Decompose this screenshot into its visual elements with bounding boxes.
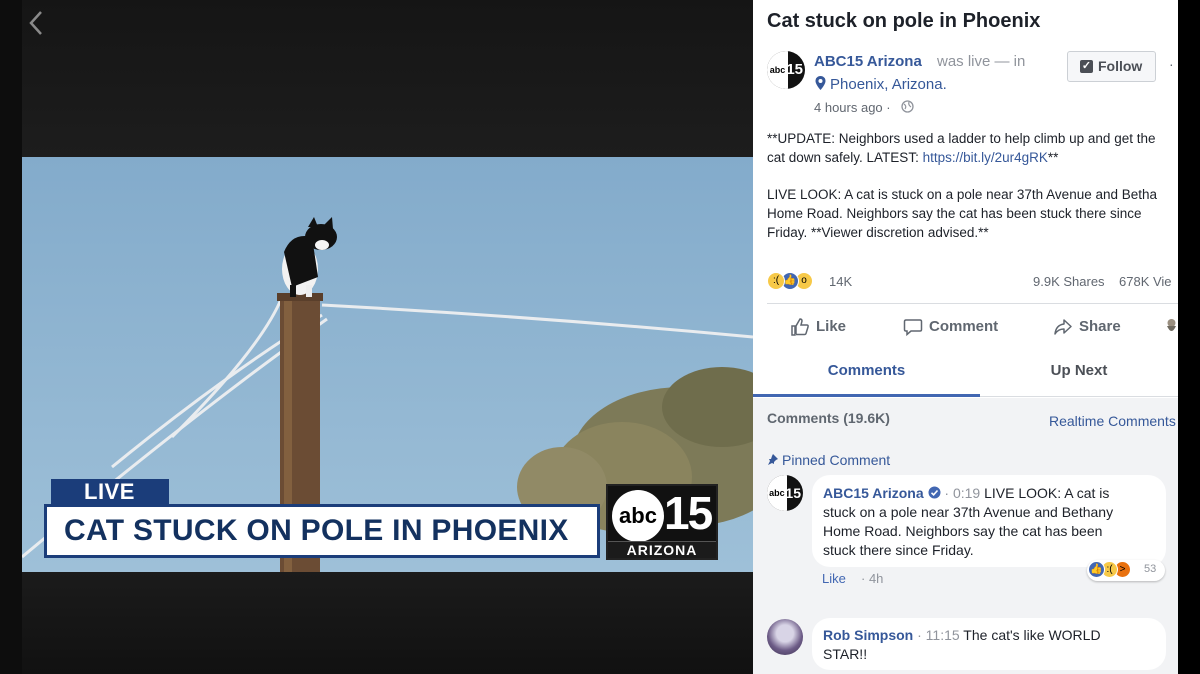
avatar-abc: abc (767, 475, 787, 511)
comment-bubble: Rob Simpson · 11:15 The cat's like WORLD… (812, 618, 1166, 670)
like-label: Like (816, 318, 847, 335)
abc-logo-circle: abc (612, 490, 664, 542)
comment-line-2: stuck on a pole near 37th Avenue and Bet… (823, 504, 1114, 520)
chevron-left-icon[interactable] (26, 8, 48, 38)
comment-reactions[interactable]: 👍 :( > 53 (1087, 560, 1165, 581)
post-live-line-1: LIVE LOOK: A cat is stuck on a pole near… (767, 187, 1158, 202)
sad-reaction-icon: :( (767, 272, 785, 290)
video-letterbox-top (22, 0, 753, 157)
profile-avatar-icon[interactable] (1165, 318, 1178, 335)
screen: LIVE CAT STUCK ON POLE IN PHOENIX abc 15… (0, 0, 1200, 674)
video-frame[interactable]: LIVE CAT STUCK ON POLE IN PHOENIX abc 15… (22, 157, 753, 572)
comment-like-link[interactable]: Like (822, 571, 846, 586)
comment-button[interactable]: Comment (903, 316, 998, 338)
page-avatar[interactable]: abc 15 (767, 51, 805, 89)
window-edge (1178, 0, 1200, 674)
abc15-logo: abc 15 ARIZONA (606, 484, 718, 560)
view-count: 678K Vie (1119, 274, 1172, 289)
comment-text: LIVE LOOK: A cat is (980, 485, 1110, 501)
comments-header: Comments (19.6K) Realtime Comments (753, 398, 1178, 444)
comments-list: Pinned Comment abc 15 ABC15 Arizona · 0:… (753, 444, 1178, 674)
share-count[interactable]: 9.9K Shares (1033, 274, 1105, 289)
update-text: cat down safely. LATEST: (767, 150, 923, 165)
follow-button[interactable]: ✓ Follow (1067, 51, 1156, 82)
comments-count: Comments (19.6K) (767, 410, 890, 426)
thumbs-up-icon (791, 318, 809, 336)
comment-line-1: ABC15 Arizona · 0:19 LIVE LOOK: A cat is (823, 485, 1109, 501)
reaction-count[interactable]: 14K (829, 274, 852, 289)
comment-line-2: STAR!! (823, 646, 868, 662)
share-button[interactable]: Share (1053, 316, 1121, 338)
post-live-line-2: Home Road. Neighbors say the cat has bee… (767, 206, 1142, 221)
comment-author[interactable]: ABC15 Arizona (823, 485, 924, 501)
logo-number: 15 (664, 487, 713, 539)
comment-timestamp[interactable]: · 11:15 (917, 627, 960, 643)
post-title: Cat stuck on pole in Phoenix (767, 10, 1041, 32)
share-arrow-icon (1054, 319, 1072, 335)
post-panel: Cat stuck on pole in Phoenix abc 15 ABC1… (753, 0, 1178, 674)
comment-label: Comment (929, 318, 999, 335)
tab-up-next[interactable]: Up Next (980, 350, 1178, 397)
comment-age: · 4h (861, 571, 884, 586)
follow-label: Follow (1098, 58, 1143, 74)
comment-text: The cat's like WORLD (959, 627, 1101, 643)
avatar-abc: abc (767, 51, 788, 89)
comment-bubble: ABC15 Arizona · 0:19 LIVE LOOK: A cat is… (812, 475, 1166, 567)
comment-timestamp[interactable]: · 0:19 (944, 485, 980, 501)
share-label: Share (1079, 318, 1121, 335)
reaction-icons[interactable]: :( 👍 o (767, 272, 823, 292)
post-timestamp[interactable]: 4 hours ago · (814, 100, 891, 115)
news-headline-banner: CAT STUCK ON POLE IN PHOENIX (44, 504, 600, 558)
post-update-line-1: **UPDATE: Neighbors used a ladder to hel… (767, 131, 1156, 146)
comment-author-avatar[interactable]: abc 15 (767, 475, 803, 511)
like-reaction-icon: 👍 (1088, 561, 1105, 578)
live-indicator: LIVE (51, 479, 169, 504)
comment-line-4: stuck there since Friday. (823, 542, 974, 558)
like-button[interactable]: Like (790, 316, 846, 338)
location-link[interactable]: Phoenix, Arizona. (815, 76, 947, 93)
was-live-text: was live — in (937, 53, 1026, 70)
tab-comments[interactable]: Comments (753, 350, 980, 397)
update-suffix: ** (1047, 150, 1059, 165)
comment-bubble-icon (903, 319, 923, 337)
location-label: Phoenix, Arizona. (830, 76, 947, 93)
pinned-comment-label: Pinned Comment (767, 452, 890, 468)
avatar-15: 15 (785, 485, 801, 501)
commenter-avatar[interactable] (767, 619, 803, 655)
realtime-comments-toggle[interactable]: Realtime Comments (1049, 413, 1176, 429)
page-name-link[interactable]: ABC15 Arizona (814, 53, 922, 70)
post-update-line-2: cat down safely. LATEST: https://bit.ly/… (767, 150, 1058, 165)
pinned-text: Pinned Comment (782, 452, 891, 468)
comment-line-1: Rob Simpson · 11:15 The cat's like WORLD (823, 627, 1101, 643)
comment-reaction-count: 53 (1144, 563, 1157, 575)
video-letterbox-bottom (22, 572, 753, 674)
more-options-icon[interactable]: · (1169, 56, 1174, 72)
avatar-15: 15 (786, 61, 803, 78)
location-pin-icon (815, 76, 826, 90)
divider (767, 303, 1178, 304)
logo-region: ARIZONA (608, 541, 716, 558)
comment-line-3: Home Road. Neighbors say the cat has bee… (823, 523, 1103, 539)
verified-badge-icon (928, 486, 941, 499)
post-live-line-3: Friday. **Viewer discretion advised.** (767, 225, 989, 240)
pin-icon (768, 454, 778, 465)
comment-author[interactable]: Rob Simpson (823, 627, 913, 643)
follow-rss-icon: ✓ (1080, 60, 1093, 73)
latest-link[interactable]: https://bit.ly/2ur4gRK (923, 150, 1048, 165)
video-player[interactable]: LIVE CAT STUCK ON POLE IN PHOENIX abc 15… (0, 0, 753, 674)
globe-icon (901, 100, 914, 113)
